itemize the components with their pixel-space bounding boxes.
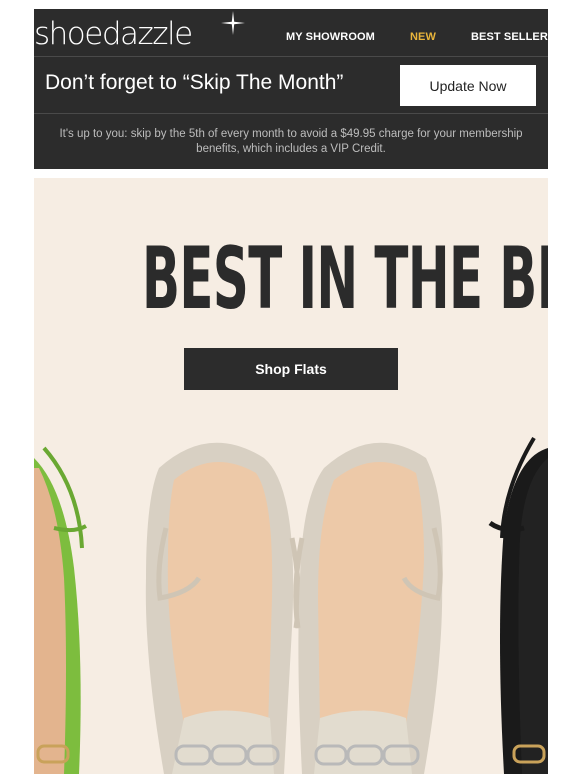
header-bar: shoedazzle MY SHOWROOM NEW BEST SELLERS <box>34 9 555 56</box>
snakeskin-shoe-left <box>145 442 301 774</box>
hero-section: BEST IN THE BIZ Shop Flats <box>34 178 548 774</box>
skip-reminder-banner: Don’t forget to “Skip The Month” Update … <box>34 56 548 113</box>
snakeskin-shoe-right <box>293 442 443 774</box>
membership-notice: It's up to you: skip by the 5th of every… <box>34 113 548 169</box>
brand-logo[interactable]: shoedazzle <box>34 19 193 50</box>
sparkle-icon <box>221 11 245 35</box>
reminder-title: Don’t forget to “Skip The Month” <box>45 71 344 94</box>
hero-headline: BEST IN THE BIZ <box>141 229 548 329</box>
update-now-button[interactable]: Update Now <box>400 65 536 106</box>
hero-shoes-image[interactable] <box>34 428 548 774</box>
email-frame: shoedazzle MY SHOWROOM NEW BEST SELLERS … <box>34 9 555 169</box>
nav-new[interactable]: NEW <box>410 31 436 43</box>
black-slingback-shoe <box>488 436 548 774</box>
shop-flats-button[interactable]: Shop Flats <box>184 348 398 390</box>
nav-my-showroom[interactable]: MY SHOWROOM <box>286 31 386 43</box>
nav-best-sellers[interactable]: BEST SELLERS <box>471 31 555 43</box>
green-slingback-shoe <box>34 446 88 774</box>
